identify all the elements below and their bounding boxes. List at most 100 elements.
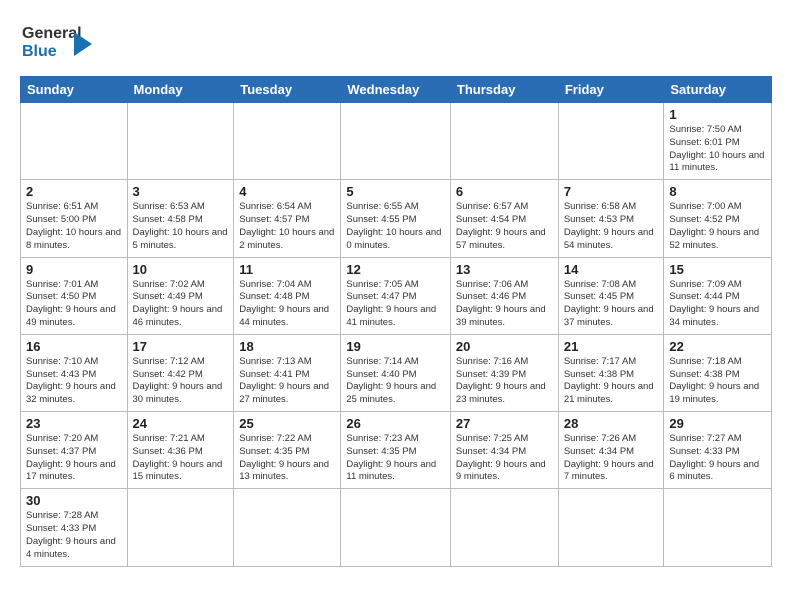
day-number: 26	[346, 416, 445, 431]
calendar-week-row: 23 Sunrise: 7:20 AM Sunset: 4:37 PM Dayli…	[21, 412, 772, 489]
col-header-tuesday: Tuesday	[234, 77, 341, 103]
calendar-week-row: 1 Sunrise: 7:50 AM Sunset: 6:01 PM Daylig…	[21, 103, 772, 180]
calendar-cell	[127, 489, 234, 566]
calendar-cell: 28 Sunrise: 7:26 AM Sunset: 4:34 PM Dayli…	[558, 412, 664, 489]
calendar-week-row: 16Sunrise: 7:10 AM Sunset: 4:43 PM Dayli…	[21, 334, 772, 411]
day-number: 10	[133, 262, 229, 277]
calendar-cell: 25 Sunrise: 7:22 AM Sunset: 4:35 PM Dayli…	[234, 412, 341, 489]
day-info: Sunrise: 7:04 AM Sunset: 4:48 PM Dayligh…	[239, 279, 335, 330]
day-number: 12	[346, 262, 445, 277]
calendar-cell	[664, 489, 772, 566]
calendar-cell	[341, 489, 451, 566]
svg-text:General: General	[22, 25, 82, 42]
calendar-cell: 17Sunrise: 7:12 AM Sunset: 4:42 PM Dayli…	[127, 334, 234, 411]
calendar-cell	[341, 103, 451, 180]
day-info: Sunrise: 7:25 AM Sunset: 4:34 PM Dayligh…	[456, 433, 553, 484]
day-number: 27	[456, 416, 553, 431]
day-info: Sunrise: 7:20 AM Sunset: 4:37 PM Dayligh…	[26, 433, 122, 484]
calendar-week-row: 30Sunrise: 7:28 AM Sunset: 4:33 PM Dayli…	[21, 489, 772, 566]
calendar-cell: 9 Sunrise: 7:01 AM Sunset: 4:50 PM Daylig…	[21, 257, 128, 334]
calendar-cell: 11 Sunrise: 7:04 AM Sunset: 4:48 PM Dayli…	[234, 257, 341, 334]
calendar-cell: 20 Sunrise: 7:16 AM Sunset: 4:39 PM Dayli…	[450, 334, 558, 411]
day-info: Sunrise: 7:02 AM Sunset: 4:49 PM Dayligh…	[133, 279, 229, 330]
calendar-cell: 4 Sunrise: 6:54 AM Sunset: 4:57 PM Daylig…	[234, 180, 341, 257]
day-info: Sunrise: 7:50 AM Sunset: 6:01 PM Dayligh…	[669, 124, 766, 175]
calendar-cell: 3 Sunrise: 6:53 AM Sunset: 4:58 PM Daylig…	[127, 180, 234, 257]
day-number: 25	[239, 416, 335, 431]
day-number: 29	[669, 416, 766, 431]
day-info: Sunrise: 7:05 AM Sunset: 4:47 PM Dayligh…	[346, 279, 445, 330]
day-number: 22	[669, 339, 766, 354]
calendar-cell	[450, 489, 558, 566]
day-number: 21	[564, 339, 659, 354]
day-number: 4	[239, 184, 335, 199]
day-number: 14	[564, 262, 659, 277]
day-number: 1	[669, 107, 766, 122]
calendar-cell: 2 Sunrise: 6:51 AM Sunset: 5:00 PM Daylig…	[21, 180, 128, 257]
day-info: Sunrise: 6:53 AM Sunset: 4:58 PM Dayligh…	[133, 201, 229, 252]
day-number: 20	[456, 339, 553, 354]
calendar-cell	[558, 489, 664, 566]
calendar-cell: 30Sunrise: 7:28 AM Sunset: 4:33 PM Dayli…	[21, 489, 128, 566]
day-info: Sunrise: 7:09 AM Sunset: 4:44 PM Dayligh…	[669, 279, 766, 330]
calendar-cell: 14 Sunrise: 7:08 AM Sunset: 4:45 PM Dayli…	[558, 257, 664, 334]
calendar-cell: 27 Sunrise: 7:25 AM Sunset: 4:34 PM Dayli…	[450, 412, 558, 489]
day-info: Sunrise: 6:55 AM Sunset: 4:55 PM Dayligh…	[346, 201, 445, 252]
calendar-cell: 15Sunrise: 7:09 AM Sunset: 4:44 PM Dayli…	[664, 257, 772, 334]
day-info: Sunrise: 7:26 AM Sunset: 4:34 PM Dayligh…	[564, 433, 659, 484]
day-info: Sunrise: 6:51 AM Sunset: 5:00 PM Dayligh…	[26, 201, 122, 252]
day-info: Sunrise: 6:54 AM Sunset: 4:57 PM Dayligh…	[239, 201, 335, 252]
day-number: 2	[26, 184, 122, 199]
day-number: 16	[26, 339, 122, 354]
calendar-cell: 8Sunrise: 7:00 AM Sunset: 4:52 PM Daylig…	[664, 180, 772, 257]
day-number: 17	[133, 339, 229, 354]
day-number: 9	[26, 262, 122, 277]
day-info: Sunrise: 7:06 AM Sunset: 4:46 PM Dayligh…	[456, 279, 553, 330]
calendar-table: SundayMondayTuesdayWednesdayThursdayFrid…	[20, 76, 772, 567]
logo: General Blue	[20, 16, 110, 66]
col-header-saturday: Saturday	[664, 77, 772, 103]
col-header-friday: Friday	[558, 77, 664, 103]
calendar-cell: 1 Sunrise: 7:50 AM Sunset: 6:01 PM Daylig…	[664, 103, 772, 180]
col-header-monday: Monday	[127, 77, 234, 103]
calendar-cell	[234, 489, 341, 566]
day-info: Sunrise: 7:16 AM Sunset: 4:39 PM Dayligh…	[456, 356, 553, 407]
svg-text:Blue: Blue	[22, 43, 57, 60]
calendar-week-row: 9 Sunrise: 7:01 AM Sunset: 4:50 PM Daylig…	[21, 257, 772, 334]
calendar-cell: 26Sunrise: 7:23 AM Sunset: 4:35 PM Dayli…	[341, 412, 451, 489]
day-number: 19	[346, 339, 445, 354]
day-number: 23	[26, 416, 122, 431]
calendar-cell	[234, 103, 341, 180]
calendar-cell	[450, 103, 558, 180]
day-number: 7	[564, 184, 659, 199]
calendar-cell	[558, 103, 664, 180]
calendar-cell: 24Sunrise: 7:21 AM Sunset: 4:36 PM Dayli…	[127, 412, 234, 489]
calendar-cell: 10 Sunrise: 7:02 AM Sunset: 4:49 PM Dayli…	[127, 257, 234, 334]
calendar-cell: 18Sunrise: 7:13 AM Sunset: 4:41 PM Dayli…	[234, 334, 341, 411]
calendar-cell: 6Sunrise: 6:57 AM Sunset: 4:54 PM Daylig…	[450, 180, 558, 257]
day-number: 3	[133, 184, 229, 199]
day-info: Sunrise: 7:14 AM Sunset: 4:40 PM Dayligh…	[346, 356, 445, 407]
calendar-cell: 19 Sunrise: 7:14 AM Sunset: 4:40 PM Dayli…	[341, 334, 451, 411]
day-info: Sunrise: 7:22 AM Sunset: 4:35 PM Dayligh…	[239, 433, 335, 484]
logo-svg: General Blue	[20, 16, 110, 66]
day-number: 11	[239, 262, 335, 277]
calendar-cell: 29Sunrise: 7:27 AM Sunset: 4:33 PM Dayli…	[664, 412, 772, 489]
col-header-wednesday: Wednesday	[341, 77, 451, 103]
day-info: Sunrise: 7:08 AM Sunset: 4:45 PM Dayligh…	[564, 279, 659, 330]
page: General Blue SundayMondayTuesdayWednesda…	[0, 0, 792, 612]
calendar-cell: 5Sunrise: 6:55 AM Sunset: 4:55 PM Daylig…	[341, 180, 451, 257]
day-info: Sunrise: 7:01 AM Sunset: 4:50 PM Dayligh…	[26, 279, 122, 330]
calendar-cell: 21 Sunrise: 7:17 AM Sunset: 4:38 PM Dayli…	[558, 334, 664, 411]
calendar-cell: 12 Sunrise: 7:05 AM Sunset: 4:47 PM Dayli…	[341, 257, 451, 334]
day-info: Sunrise: 7:00 AM Sunset: 4:52 PM Dayligh…	[669, 201, 766, 252]
calendar-week-row: 2 Sunrise: 6:51 AM Sunset: 5:00 PM Daylig…	[21, 180, 772, 257]
day-number: 28	[564, 416, 659, 431]
day-info: Sunrise: 7:17 AM Sunset: 4:38 PM Dayligh…	[564, 356, 659, 407]
calendar-cell: 23 Sunrise: 7:20 AM Sunset: 4:37 PM Dayli…	[21, 412, 128, 489]
day-number: 18	[239, 339, 335, 354]
day-info: Sunrise: 7:28 AM Sunset: 4:33 PM Dayligh…	[26, 510, 122, 561]
day-info: Sunrise: 7:21 AM Sunset: 4:36 PM Dayligh…	[133, 433, 229, 484]
calendar-cell: 16Sunrise: 7:10 AM Sunset: 4:43 PM Dayli…	[21, 334, 128, 411]
calendar-cell	[127, 103, 234, 180]
